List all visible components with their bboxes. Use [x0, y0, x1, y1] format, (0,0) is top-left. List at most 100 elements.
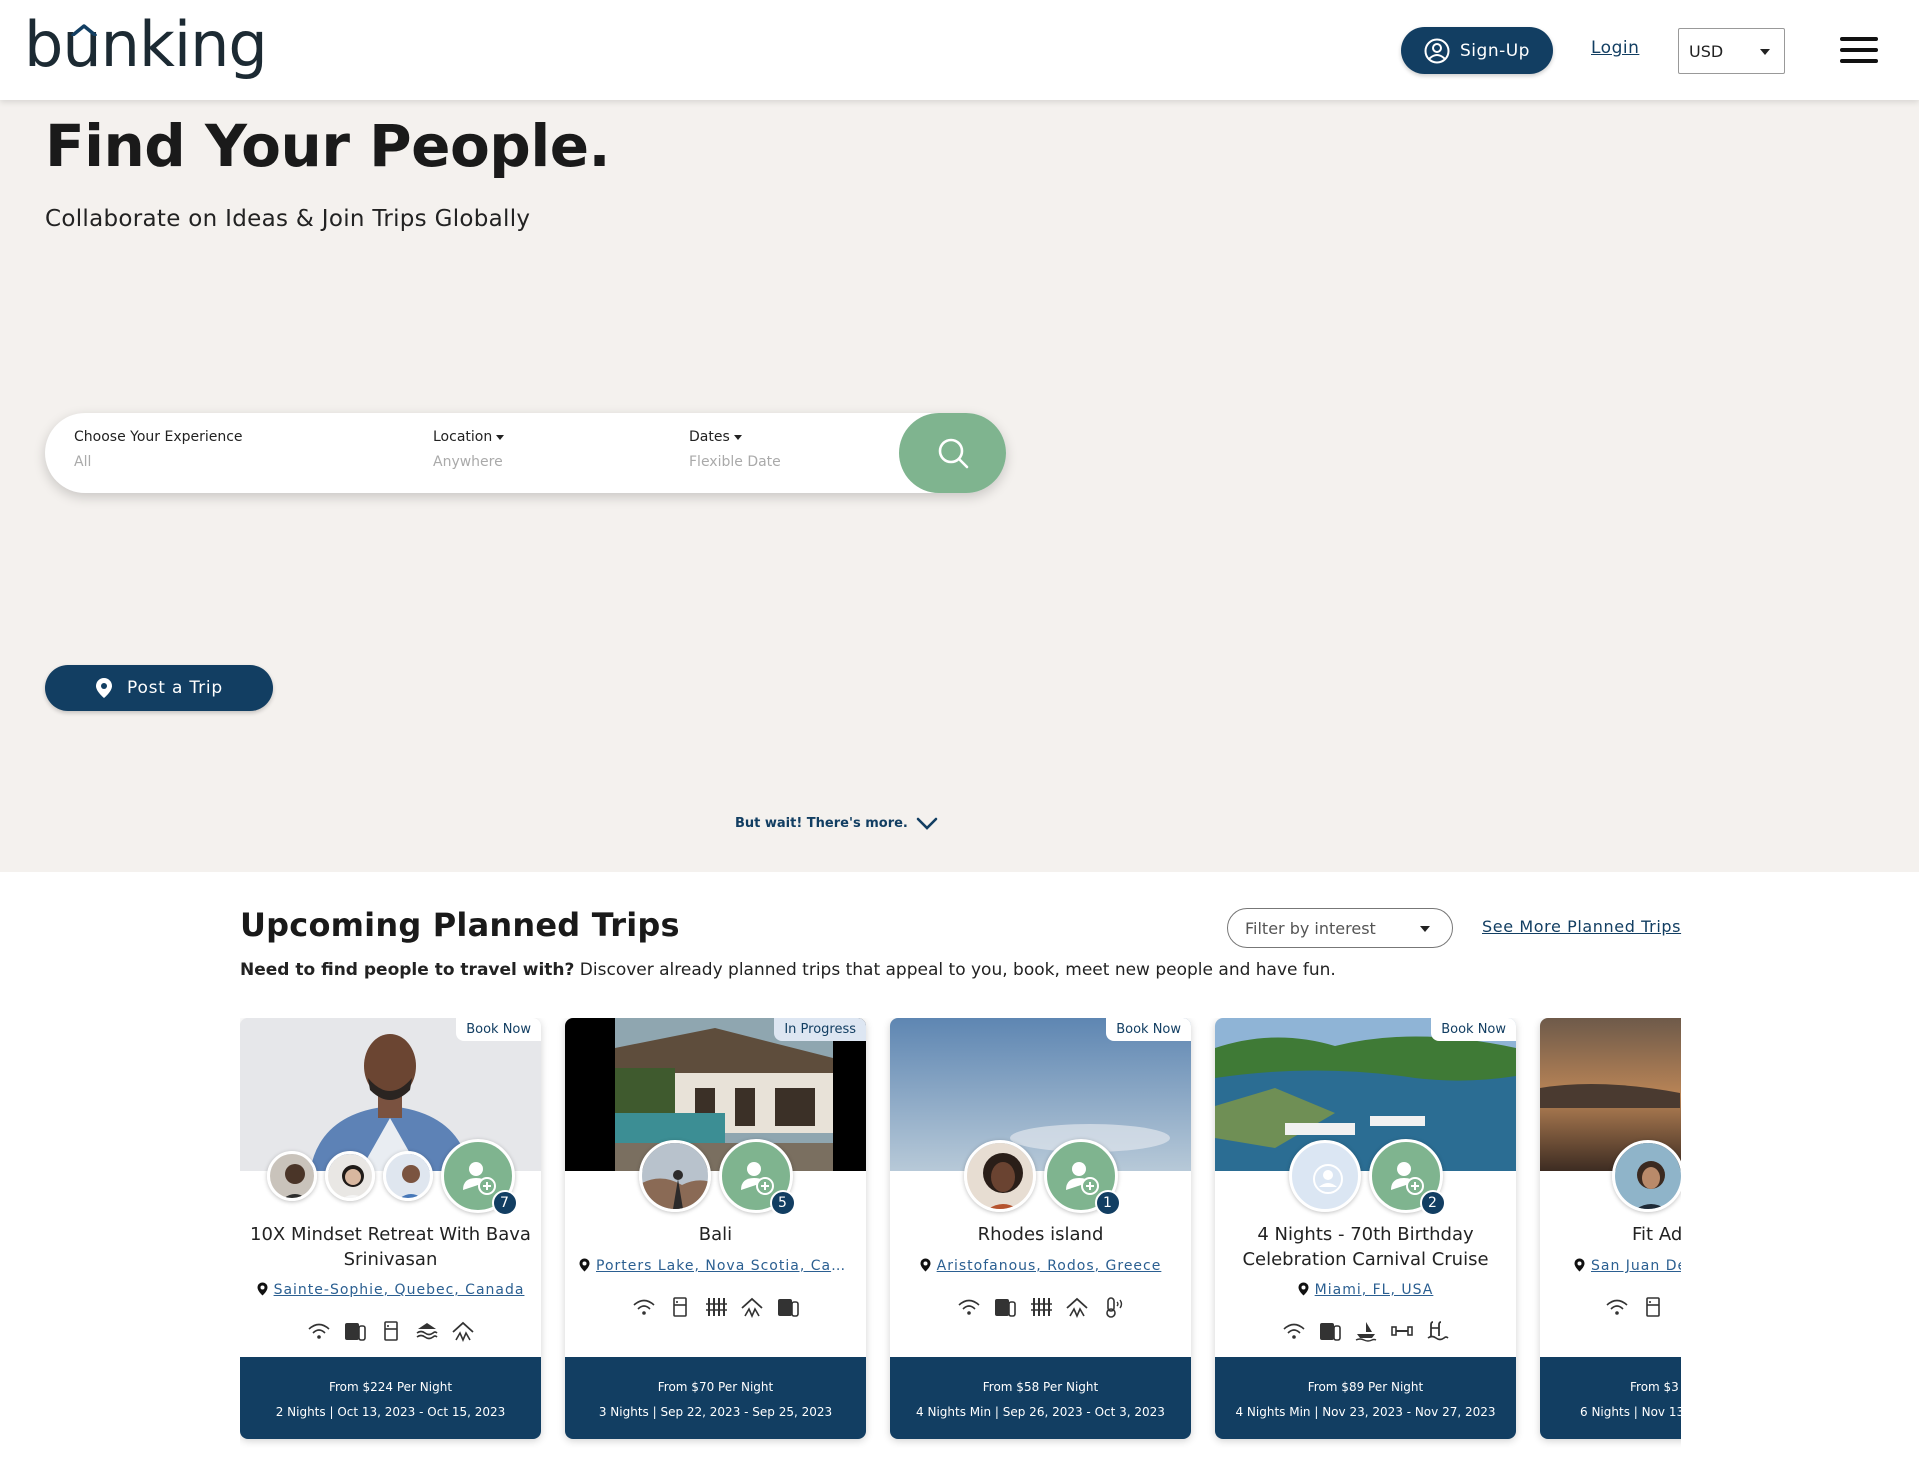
trip-card[interactable]: Book Now 7 10X Mindset Retreat With Bava… — [240, 1018, 541, 1439]
trips-description: Need to find people to travel with? Disc… — [240, 960, 1336, 980]
wifi-icon — [956, 1294, 982, 1320]
wifi-icon — [306, 1318, 332, 1344]
interest-filter[interactable]: Filter by interest — [1227, 908, 1453, 948]
user-circle-icon — [1312, 1164, 1343, 1194]
trip-footer: From $58 Per Night 4 Nights Min | Sep 26… — [890, 1357, 1191, 1439]
join-trip-button[interactable]: 1 — [1043, 1139, 1121, 1216]
join-trip-button[interactable]: 5 — [718, 1139, 796, 1216]
dates-field[interactable]: Dates Flexible Date — [689, 429, 781, 470]
trip-price: From $58 Per Night — [982, 1380, 1099, 1394]
map-pin-icon — [579, 1258, 590, 1272]
search-bar: Choose Your Experience All Location Anyw… — [45, 413, 1006, 493]
trip-location[interactable]: Porters Lake, Nova Scotia, Can… — [565, 1258, 866, 1274]
member-avatar-placeholder[interactable] — [1288, 1140, 1361, 1212]
trip-location[interactable]: Sainte-Sophie, Quebec, Canada — [240, 1282, 541, 1298]
fence-icon — [1028, 1294, 1054, 1320]
member-avatar[interactable] — [963, 1140, 1036, 1212]
member-avatar[interactable] — [266, 1151, 317, 1201]
currency-select[interactable]: USD — [1678, 28, 1785, 74]
trip-card[interactable]: In Progress 5 Bali Porters Lake, Nova Sc… — [565, 1018, 866, 1439]
trip-status-badge: In Progress — [774, 1018, 866, 1041]
user-circle-icon — [1424, 38, 1450, 63]
trip-members: 7 — [240, 1136, 541, 1216]
trip-location[interactable]: Aristofanous, Rodos, Greece — [890, 1258, 1191, 1274]
trip-price: From $70 Per Night — [657, 1380, 774, 1394]
menu-icon[interactable] — [1840, 37, 1878, 65]
signup-button[interactable]: Sign-Up — [1401, 27, 1553, 74]
dates-value: Flexible Date — [689, 454, 781, 470]
trip-footer: From $89 Per Night 4 Nights Min | Nov 23… — [1215, 1357, 1516, 1439]
post-trip-button[interactable]: Post a Trip — [45, 665, 273, 711]
amenities — [1540, 1294, 1681, 1320]
map-pin-icon — [257, 1282, 268, 1296]
logo-roof-icon — [71, 24, 97, 36]
trip-card[interactable]: Book Now 1 Rhodes island Aristofanous, R… — [890, 1018, 1191, 1439]
trip-title[interactable]: Bali — [575, 1222, 856, 1247]
search-icon — [938, 438, 968, 469]
currency-value: USD — [1689, 41, 1724, 61]
experience-field[interactable]: Choose Your Experience All — [74, 429, 243, 470]
trip-location-text: Sainte-Sophie, Quebec, Canada — [273, 1282, 525, 1298]
wifi-icon — [631, 1294, 657, 1320]
trip-status-badge: Book Now — [1431, 1018, 1516, 1041]
trip-status-badge: Book Now — [456, 1018, 541, 1041]
pool-ladder-icon — [1425, 1318, 1451, 1344]
trip-title[interactable]: Rhodes island — [900, 1222, 1181, 1247]
location-field[interactable]: Location Anywhere — [433, 429, 505, 470]
trip-dates: 6 Nights | Nov 13 — [1580, 1405, 1681, 1419]
chevron-down-icon — [916, 817, 938, 830]
amenities — [1215, 1318, 1516, 1344]
bunking-logo[interactable]: bunking — [24, 14, 268, 76]
login-link[interactable]: Login — [1591, 38, 1639, 58]
amenities — [890, 1294, 1191, 1320]
fence-icon — [703, 1294, 729, 1320]
join-trip-button[interactable]: 7 — [440, 1139, 518, 1216]
trip-title[interactable]: Fit Ad — [1550, 1222, 1681, 1247]
add-user-icon — [462, 1162, 496, 1195]
gym-icon — [1389, 1318, 1415, 1344]
trip-card[interactable]: Fit Ad San Juan De From $3 6 Nights | No… — [1540, 1018, 1681, 1439]
search-button[interactable] — [899, 413, 1006, 493]
trip-footer: From $3 6 Nights | Nov 13 — [1540, 1357, 1681, 1439]
member-avatar[interactable] — [1612, 1140, 1681, 1212]
trip-cards-carousel: Book Now 7 10X Mindset Retreat With Bava… — [240, 1018, 1681, 1448]
trip-price: From $3 — [1630, 1380, 1679, 1394]
member-count: 1 — [1094, 1190, 1121, 1216]
trip-location[interactable]: San Juan De — [1540, 1258, 1681, 1274]
cabin-icon — [739, 1294, 765, 1320]
trip-card[interactable]: Book Now 2 4 Nights - 70th Birthday Cele… — [1215, 1018, 1516, 1439]
trips-title: Upcoming Planned Trips — [240, 906, 680, 944]
trip-title[interactable]: 4 Nights - 70th Birthday Celebration Car… — [1225, 1222, 1506, 1272]
more-label: But wait! There's more. — [735, 816, 908, 831]
trip-status-badge: Book Now — [1106, 1018, 1191, 1041]
trip-dates: 2 Nights | Oct 13, 2023 - Oct 15, 2023 — [275, 1405, 506, 1419]
see-more-trips-link[interactable]: See More Planned Trips — [1482, 917, 1681, 936]
hero-section: Find Your People. Collaborate on Ideas &… — [0, 100, 1919, 872]
filter-placeholder: Filter by interest — [1245, 918, 1376, 938]
trip-title[interactable]: 10X Mindset Retreat With Bava Srinivasan — [250, 1222, 531, 1272]
trip-footer: From $70 Per Night 3 Nights | Sep 22, 20… — [565, 1357, 866, 1439]
map-pin-icon — [96, 678, 112, 698]
dryer-icon — [992, 1294, 1018, 1320]
cabin-icon — [1064, 1294, 1090, 1320]
caret-down-icon — [496, 434, 505, 440]
caret-down-icon — [1420, 926, 1430, 932]
trip-location-text: San Juan De — [1591, 1258, 1681, 1274]
join-trip-button[interactable]: 2 — [1368, 1139, 1446, 1216]
map-pin-icon — [1574, 1258, 1585, 1272]
hero-subtitle: Collaborate on Ideas & Join Trips Global… — [45, 206, 531, 232]
logo-text: bunking — [24, 8, 268, 81]
member-avatar[interactable] — [638, 1140, 711, 1212]
thermometer-icon — [1100, 1294, 1126, 1320]
trip-location[interactable]: Miami, FL, USA — [1215, 1282, 1516, 1298]
trip-members: 2 — [1215, 1136, 1516, 1216]
map-pin-icon — [920, 1258, 931, 1272]
site-header: bunking Sign-Up Login USD — [0, 0, 1919, 100]
trip-price: From $89 Per Night — [1307, 1380, 1424, 1394]
cabin-icon — [450, 1318, 476, 1344]
member-avatar[interactable] — [324, 1151, 375, 1201]
member-avatar[interactable] — [382, 1151, 433, 1201]
more-link[interactable]: But wait! There's more. — [735, 816, 938, 831]
trip-footer: From $224 Per Night 2 Nights | Oct 13, 2… — [240, 1357, 541, 1439]
caret-down-icon — [733, 434, 742, 440]
